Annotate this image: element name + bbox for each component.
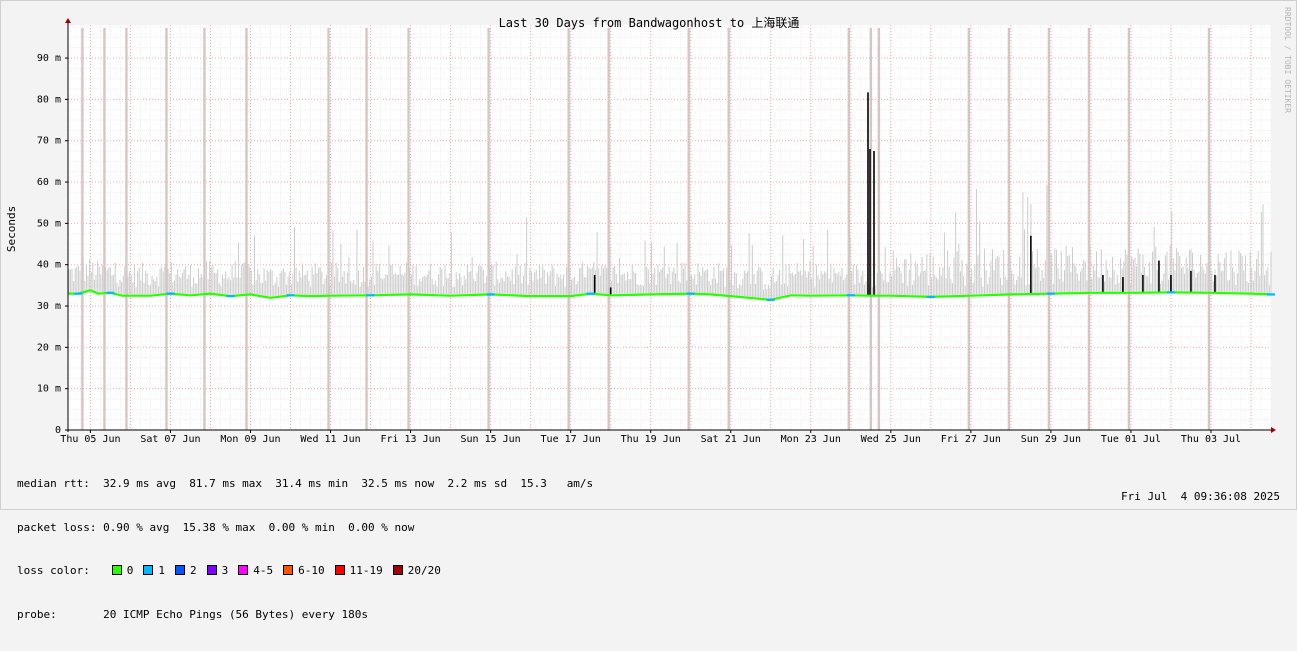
loss-bar [1087, 28, 1091, 430]
legend-swatch [334, 565, 345, 575]
legend-label: 11-19 [349, 564, 383, 577]
loss-bar [567, 28, 570, 430]
rrdtool-credit: RRDTOOL / TOBI OETIKER [1283, 7, 1292, 113]
x-tick-label: Mon 23 Jun [781, 434, 841, 445]
chart: Last 30 Days from Bandwagonhost to 上海联通 … [5, 7, 1292, 445]
x-tick-label: Tue 17 Jun [541, 434, 601, 445]
loss-bar [327, 28, 330, 430]
x-tick-label: Fri 13 Jun [380, 434, 440, 445]
timestamp: Fri Jul 4 09:36:08 2025 [1121, 490, 1280, 503]
x-tick-label: Sat 07 Jun [140, 434, 200, 445]
x-tick-label: Thu 03 Jul [1181, 434, 1241, 445]
legend-swatch [111, 565, 122, 575]
loss-bar [103, 28, 106, 430]
y-tick-label: 90 m [37, 53, 61, 64]
loss-bar [847, 28, 850, 430]
loss-bar [165, 28, 168, 430]
x-tick-label: Sun 29 Jun [1021, 434, 1081, 445]
y-tick-label: 70 m [37, 136, 61, 147]
y-tick-label: 20 m [37, 342, 61, 353]
y-axis-arrow [65, 18, 71, 23]
loss-bar [1007, 28, 1011, 430]
legend-swatch [283, 565, 294, 575]
legend-label: 2 [189, 564, 197, 577]
loss-bar [203, 28, 206, 430]
stats-legend: median rtt: 32.9 ms avg 81.7 ms max 31.4… [17, 448, 593, 651]
legend-item: 20/20 [391, 564, 441, 579]
loss-bar [687, 28, 690, 430]
legend-item: 2 [173, 564, 197, 579]
legend-swatch [174, 565, 185, 575]
x-tick-label: Sun 15 Jun [461, 434, 521, 445]
loss-bar [1127, 28, 1131, 430]
probe-label: probe: [17, 607, 57, 621]
loss-bar [967, 28, 971, 430]
legend-item: 6-10 [281, 564, 325, 579]
graph-frame: Last 30 Days from Bandwagonhost to 上海联通 … [0, 0, 1297, 621]
legend-label: 0 [126, 564, 134, 577]
legend-swatch [392, 565, 403, 575]
x-axis-arrow [1271, 427, 1276, 433]
legend-swatch [143, 565, 154, 575]
legend-swatch [238, 565, 249, 575]
y-tick-label: 30 m [37, 301, 61, 312]
packet-loss-label: packet loss: [17, 520, 97, 534]
loss-bar [407, 28, 410, 430]
median-rtt-values: 32.9 ms avg 81.7 ms max 31.4 ms min 32.5… [103, 477, 594, 490]
y-axis-label: Seconds [5, 206, 18, 252]
y-tick-label: 50 m [37, 218, 61, 229]
x-tick-label: Mon 09 Jun [220, 434, 280, 445]
median-rtt-label: median rtt: [17, 477, 90, 490]
y-tick-label: 40 m [37, 260, 61, 271]
loss-bar [365, 28, 368, 430]
x-tick-label: Sat 21 Jun [701, 434, 761, 445]
loss-color-row: loss color: 0 1 2 3 4-5 6-10 11-19 20/20 [17, 564, 593, 579]
packet-loss-row: packet loss: 0.90 % avg 15.38 % max 0.00… [17, 521, 593, 536]
chart-title: Last 30 Days from Bandwagonhost to 上海联通 [499, 15, 800, 30]
loss-bar [607, 28, 610, 430]
legend-label: 3 [221, 564, 229, 577]
legend-item: 0 [110, 564, 134, 579]
loss-bar [125, 28, 128, 430]
y-tick-label: 10 m [37, 384, 61, 395]
x-tick-label: Thu 05 Jun [60, 434, 120, 445]
y-tick-label: 80 m [37, 94, 61, 105]
y-tick-label: 60 m [37, 177, 61, 188]
loss-bar [1047, 28, 1051, 430]
loss-bar [487, 28, 490, 430]
x-tick-label: Wed 25 Jun [861, 434, 921, 445]
x-tick-label: Wed 11 Jun [300, 434, 360, 445]
legend-item: 4-5 [236, 564, 273, 579]
legend-label: 4-5 [253, 564, 274, 577]
x-tick-label: Thu 19 Jun [621, 434, 681, 445]
x-tick-label: Fri 27 Jun [941, 434, 1001, 445]
legend-label: 6-10 [298, 564, 325, 577]
legend-swatch [206, 565, 217, 575]
probe-row: probe: 20 ICMP Echo Pings (56 Bytes) eve… [17, 608, 593, 623]
legend-item: 3 [205, 564, 229, 579]
loss-bar [727, 28, 730, 430]
loss-bar [877, 28, 881, 430]
legend-label: 1 [158, 564, 165, 577]
median-rtt-row: median rtt: 32.9 ms avg 81.7 ms max 31.4… [17, 477, 593, 492]
loss-bar [245, 28, 248, 430]
x-tick-label: Tue 01 Jul [1101, 434, 1161, 445]
loss-color-label: loss color: [17, 564, 90, 577]
packet-loss-values: 0.90 % avg 15.38 % max 0.00 % min 0.00 %… [103, 520, 415, 534]
legend-item: 1 [141, 564, 165, 579]
loss-bar [81, 28, 84, 430]
loss-color-legend: 0 1 2 3 4-5 6-10 11-19 20/20 [110, 564, 449, 577]
probe-values: 20 ICMP Echo Pings (56 Bytes) every 180s [103, 607, 369, 621]
legend-label: 20/20 [407, 564, 441, 577]
legend-item: 11-19 [333, 564, 383, 579]
